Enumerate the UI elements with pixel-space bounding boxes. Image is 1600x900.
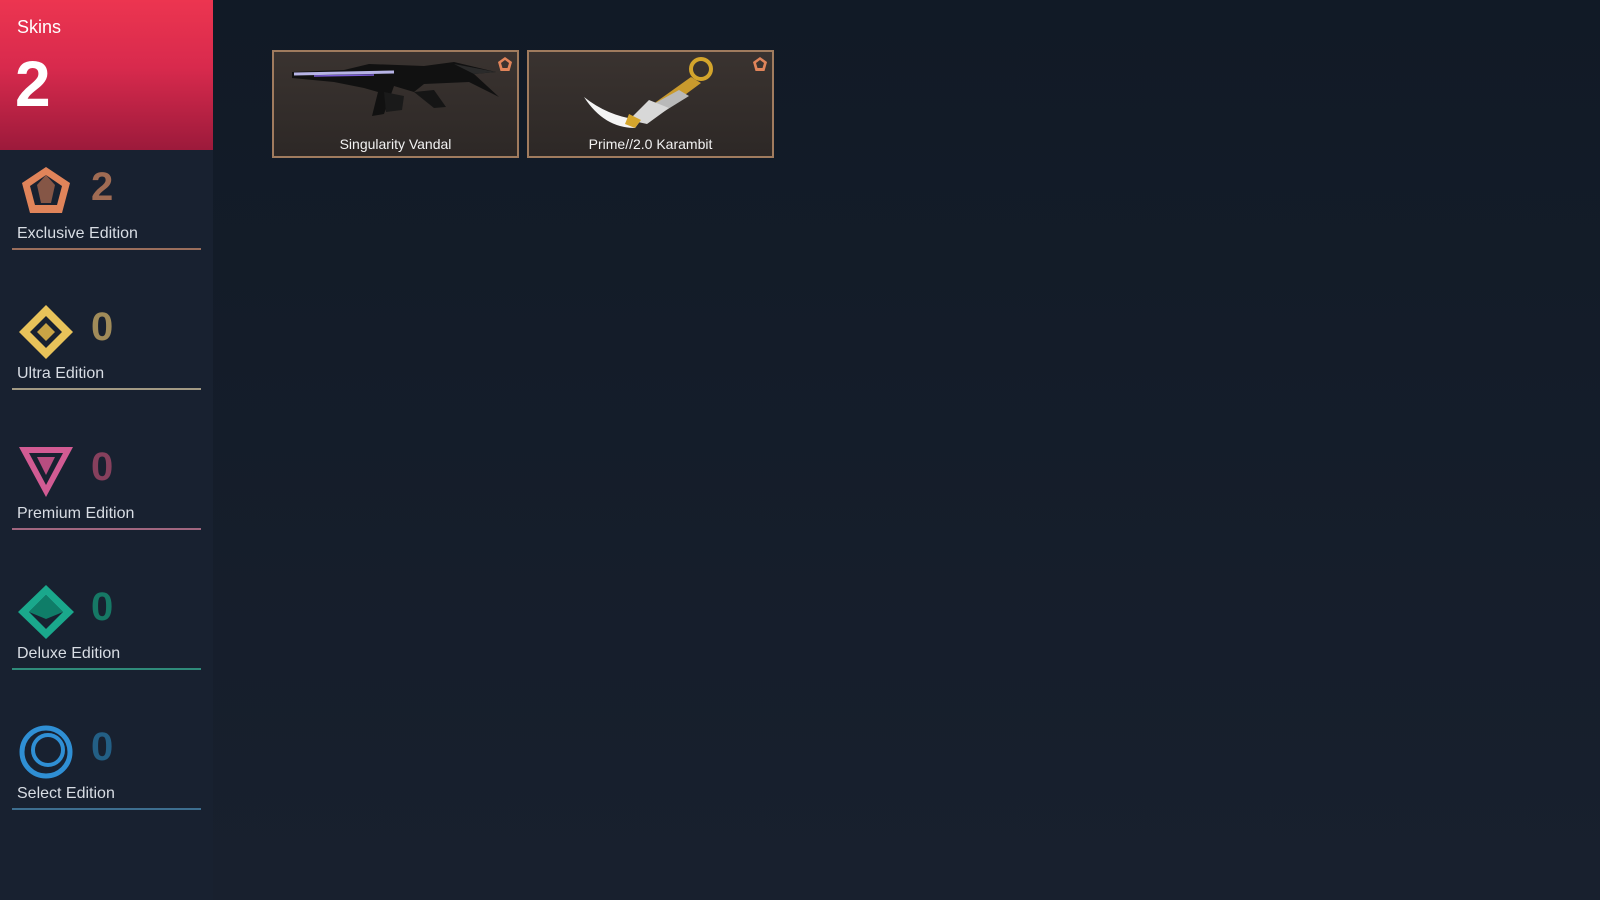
vandal-rifle-image bbox=[274, 52, 517, 132]
ultra-edition-count: 0 bbox=[91, 305, 114, 349]
tier-ultra-edition[interactable]: 0 Ultra Edition bbox=[12, 303, 201, 393]
skin-name: Singularity Vandal bbox=[339, 136, 452, 152]
select-edition-icon bbox=[17, 723, 75, 781]
sidebar: Skins 2 2 Exclusive Edition 0 Ultra Edit… bbox=[0, 0, 213, 900]
skin-name: Prime//2.0 Karambit bbox=[588, 136, 713, 152]
select-edition-divider bbox=[12, 808, 201, 810]
skin-card-singularity-vandal[interactable]: Singularity Vandal bbox=[272, 50, 519, 158]
premium-edition-label: Premium Edition bbox=[17, 505, 135, 522]
deluxe-edition-divider bbox=[12, 668, 201, 670]
exclusive-edition-icon bbox=[17, 163, 75, 221]
deluxe-edition-count: 0 bbox=[91, 585, 114, 629]
deluxe-edition-label: Deluxe Edition bbox=[17, 645, 121, 662]
karambit-knife-image bbox=[529, 52, 772, 132]
ultra-edition-label: Ultra Edition bbox=[17, 365, 105, 382]
tier-premium-edition[interactable]: 0 Premium Edition bbox=[12, 443, 201, 533]
exclusive-edition-icon bbox=[752, 56, 768, 72]
premium-edition-count: 0 bbox=[91, 445, 114, 489]
exclusive-edition-count: 2 bbox=[91, 165, 114, 209]
skins-grid: Singularity Vandal Prime//2.0 Karambit bbox=[213, 0, 1600, 900]
deluxe-edition-icon bbox=[17, 583, 75, 641]
skins-title: Skins bbox=[17, 17, 62, 37]
exclusive-edition-divider bbox=[12, 248, 201, 250]
select-edition-count: 0 bbox=[91, 725, 114, 769]
ultra-edition-divider bbox=[12, 388, 201, 390]
ultra-edition-icon bbox=[17, 303, 75, 361]
skin-card-prime-karambit[interactable]: Prime//2.0 Karambit bbox=[527, 50, 774, 158]
tier-exclusive-edition[interactable]: 2 Exclusive Edition bbox=[12, 163, 201, 253]
tier-select-edition[interactable]: 0 Select Edition bbox=[12, 723, 201, 813]
skins-total-count: 2 bbox=[15, 48, 51, 120]
skins-summary-header: Skins 2 bbox=[0, 0, 213, 150]
tier-deluxe-edition[interactable]: 0 Deluxe Edition bbox=[12, 583, 201, 673]
premium-edition-divider bbox=[12, 528, 201, 530]
premium-edition-icon bbox=[17, 443, 75, 501]
exclusive-edition-label: Exclusive Edition bbox=[17, 225, 138, 242]
select-edition-label: Select Edition bbox=[17, 785, 115, 802]
exclusive-edition-icon bbox=[497, 56, 513, 72]
